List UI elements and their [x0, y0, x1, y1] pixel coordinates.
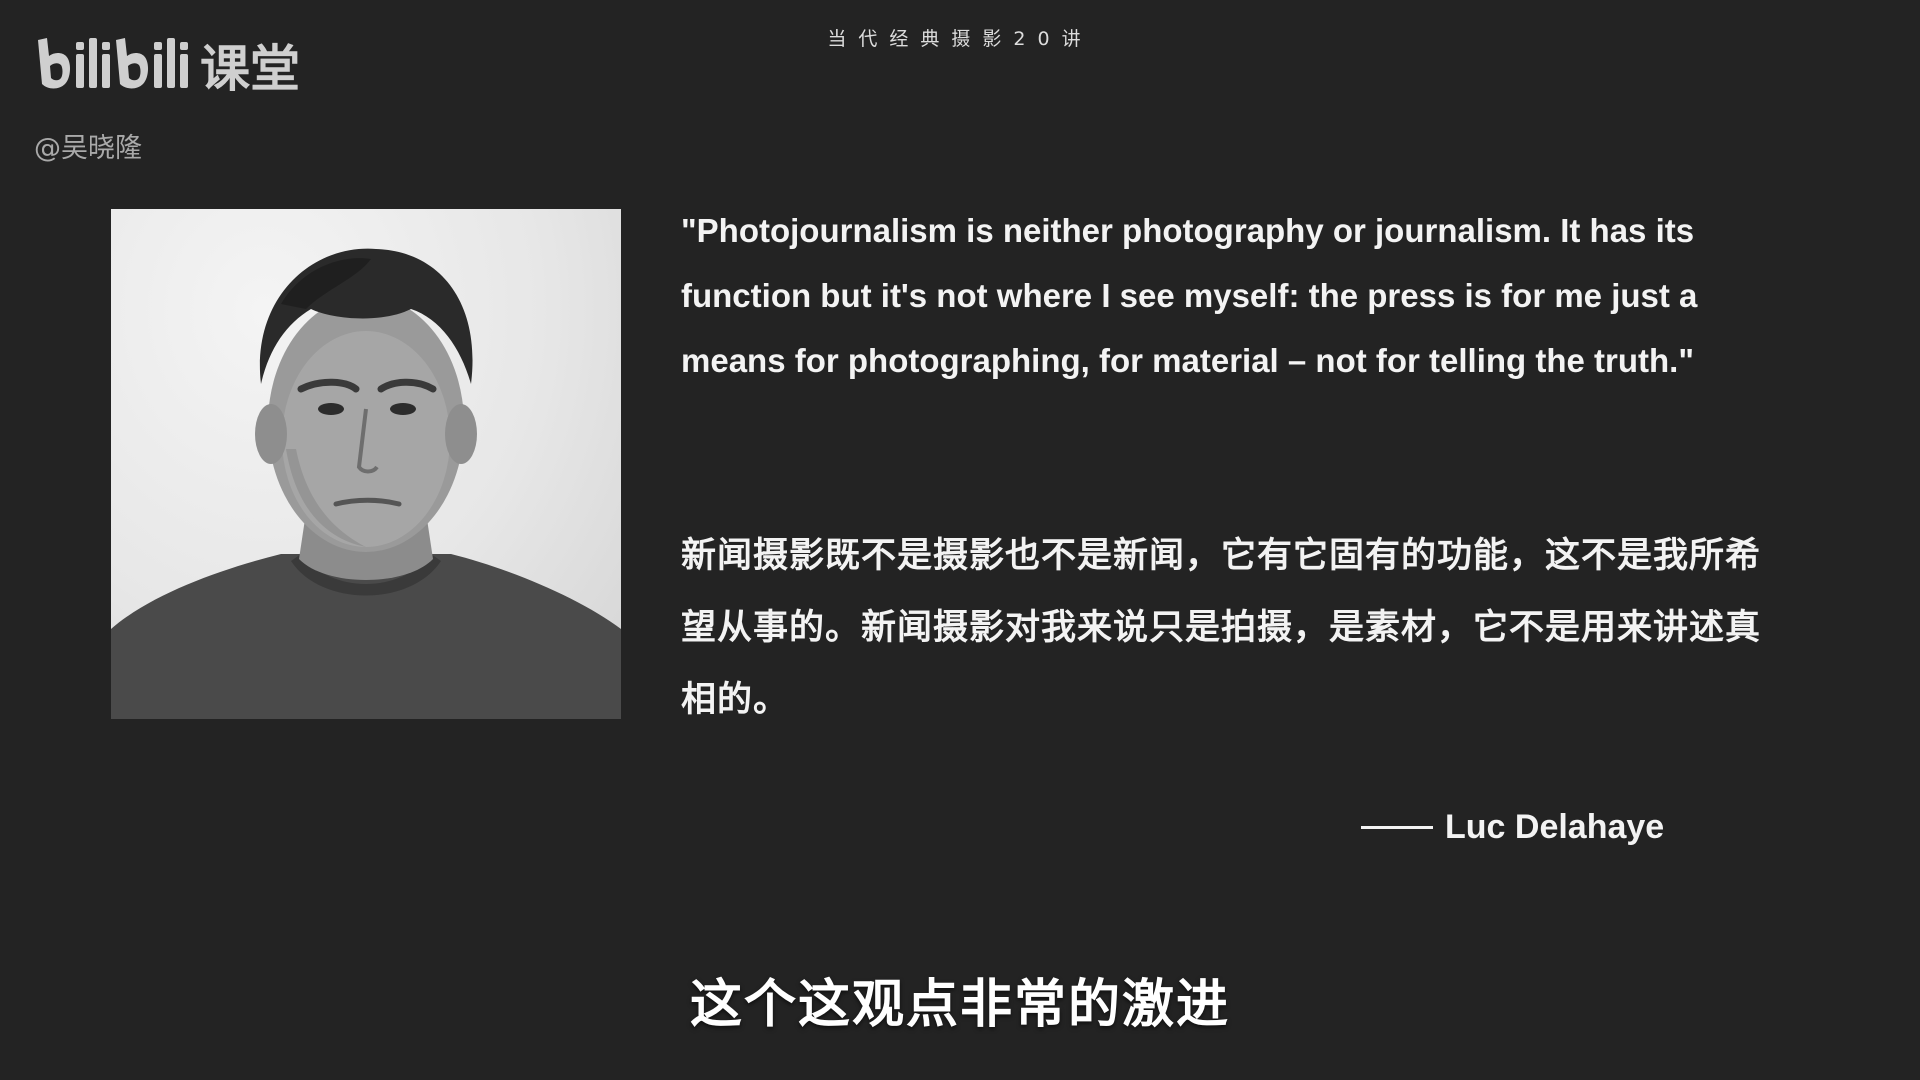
uploader-name: @吴晓隆 — [34, 133, 142, 164]
quote-english: "Photojournalism is neither photography … — [681, 212, 1698, 379]
svg-text:课堂: 课堂 — [200, 40, 300, 98]
video-frame: 当代经典摄影20讲 课堂 @吴晓隆 "Photojournalism is ne… — [0, 0, 1920, 1080]
video-subtitle: 这个这观点非常的激进 — [689, 975, 1230, 1035]
attribution-name: Luc Delahaye — [1445, 808, 1665, 846]
portrait-image — [111, 248, 621, 719]
bilibili-logo-icon: 课堂 — [38, 38, 300, 98]
bilibili-ketang-logo: 课堂 — [34, 30, 354, 120]
attribution-dash — [1361, 826, 1433, 829]
portrait-photo — [111, 209, 621, 719]
quote-attribution: Luc Delahaye — [1361, 808, 1664, 847]
quote-chinese: 新闻摄影既不是摄影也不是新闻，它有它固有的功能，这不是我所希望从事的。新闻摄影对… — [681, 536, 1762, 720]
